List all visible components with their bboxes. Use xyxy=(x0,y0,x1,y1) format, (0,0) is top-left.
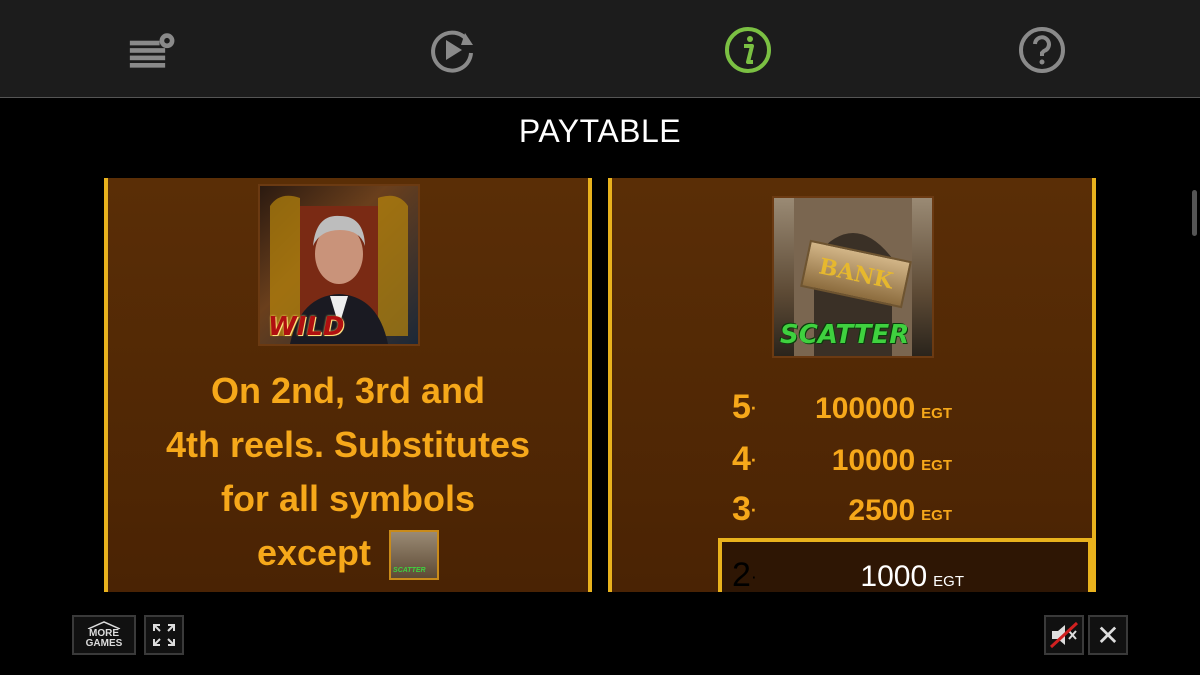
payout-unit: EGT xyxy=(921,457,952,474)
fullscreen-button[interactable] xyxy=(144,615,184,655)
payout-row: 5· 100000 EGT xyxy=(612,388,1092,432)
more-games-label: MORE GAMES xyxy=(84,621,124,649)
payout-count-value: 5 xyxy=(732,388,751,426)
scrollbar[interactable] xyxy=(1192,190,1197,236)
info-icon xyxy=(725,27,771,73)
autoplay-icon xyxy=(431,30,473,73)
payout-amount: 1000 xyxy=(860,560,928,592)
scatter-symbol: BANK SCATTER xyxy=(772,196,934,358)
sound-muted-icon xyxy=(1049,621,1079,649)
wild-description-line: for all symbols xyxy=(220,478,476,519)
close-button[interactable]: ✕ xyxy=(1088,615,1128,655)
scatter-panel: BANK SCATTER 5· 100000 EGT 4· 10000 EGT 3·… xyxy=(608,178,1096,592)
payout-amount: 100000 xyxy=(815,392,916,425)
payout-value: 100000 EGT xyxy=(815,392,952,426)
payout-unit: EGT xyxy=(933,573,964,590)
payout-count: 2· xyxy=(732,556,757,592)
payout-count-value: 2 xyxy=(732,556,751,592)
payout-value: 10000 EGT xyxy=(832,444,952,478)
wild-panel: WILD On 2nd, 3rd and 4th reels. Substitu… xyxy=(104,178,592,592)
payout-row-highlighted: 2· 1000 EGT xyxy=(718,538,1092,592)
payout-unit: EGT xyxy=(921,405,952,422)
page-title: PAYTABLE xyxy=(518,113,682,149)
payout-count-value: 3 xyxy=(732,490,751,528)
payout-count-value: 4 xyxy=(732,440,751,478)
help-button[interactable] xyxy=(1016,24,1068,76)
payout-value: 1000 EGT xyxy=(860,560,964,592)
mini-scatter-label: SCATTER xyxy=(393,567,426,575)
payout-row: 3· 2500 EGT xyxy=(612,490,1092,534)
payout-row: 4· 10000 EGT xyxy=(612,440,1092,484)
settings-icon xyxy=(129,33,175,68)
help-icon xyxy=(1019,27,1065,73)
wild-description-line: On 2nd, 3rd and xyxy=(210,370,486,411)
wild-description-line: 4th reels. Substitutes xyxy=(165,424,531,465)
wild-description-except: except xyxy=(256,532,372,573)
payout-count: 3· xyxy=(732,490,757,528)
wild-description: On 2nd, 3rd and 4th reels. Substitutes f… xyxy=(108,364,588,581)
wild-symbol: WILD xyxy=(258,184,420,346)
payout-value: 2500 EGT xyxy=(848,494,952,528)
settings-button[interactable] xyxy=(128,24,180,76)
sound-toggle-button[interactable] xyxy=(1044,615,1084,655)
autoplay-button[interactable] xyxy=(426,24,478,76)
more-games-line: GAMES xyxy=(85,638,123,649)
wild-description-line: except SCATTER xyxy=(108,526,588,581)
payout-amount: 10000 xyxy=(831,444,916,477)
payout-count: 5· xyxy=(732,388,757,426)
close-icon: ✕ xyxy=(1096,619,1120,651)
mini-scatter-symbol: SCATTER xyxy=(389,530,440,581)
fullscreen-icon xyxy=(153,624,175,646)
payout-count: 4· xyxy=(732,440,757,478)
top-toolbar xyxy=(0,0,1200,98)
payout-amount: 2500 xyxy=(848,494,916,527)
info-button[interactable] xyxy=(722,24,774,76)
more-games-button[interactable]: MORE GAMES xyxy=(72,615,136,655)
payout-unit: EGT xyxy=(921,507,952,524)
wild-symbol-label: WILD xyxy=(268,312,345,342)
scatter-symbol-label: SCATTER xyxy=(780,320,910,350)
